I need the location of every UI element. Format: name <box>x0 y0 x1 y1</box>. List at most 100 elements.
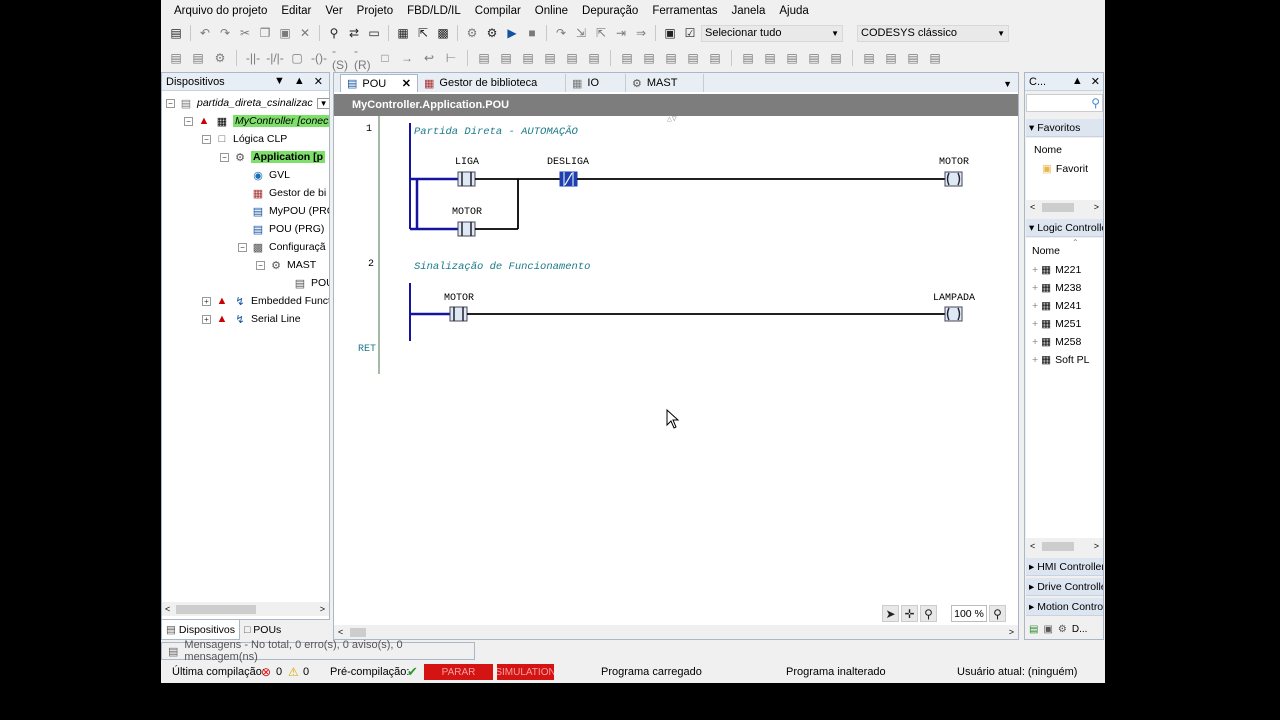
expand-icon[interactable]: + <box>1032 318 1038 330</box>
find-icon[interactable]: ⚲ <box>325 24 343 42</box>
negated-contact-icon[interactable]: -|/|- <box>266 49 284 67</box>
select-all-combo[interactable]: Selecionar tudo ▼ <box>701 24 843 42</box>
scroll-right-icon[interactable]: > <box>1094 541 1099 551</box>
splitter-icon[interactable]: △▽ <box>667 116 677 124</box>
drive-section-header[interactable]: ▸ Drive Controlle <box>1026 578 1103 596</box>
collapse-icon[interactable]: − <box>202 134 211 144</box>
scroll-left-icon[interactable]: < <box>165 604 170 614</box>
menu-debug[interactable]: Depuração <box>575 5 645 17</box>
window-icon[interactable]: ▭ <box>365 24 383 42</box>
network-icon[interactable]: ▤ <box>167 49 185 67</box>
list-item[interactable]: + ▦ M221 <box>1032 261 1081 279</box>
menu-edit[interactable]: Editar <box>274 5 318 17</box>
tab-library-manager[interactable]: ▦ Gestor de biblioteca <box>418 74 566 92</box>
ladder-diagram[interactable]: △▽ 1 Partida Direta - AUTOMAÇÃO LIGA MOT… <box>334 116 1018 621</box>
cut-icon[interactable]: ✂ <box>236 24 254 42</box>
scrollbar-thumb[interactable] <box>176 605 256 614</box>
toolbar-end-icon[interactable]: ▤ <box>926 49 944 67</box>
menu-online[interactable]: Online <box>528 5 575 17</box>
insert-box-icon[interactable]: ▤ <box>475 49 493 67</box>
insert-output-icon[interactable]: ▤ <box>519 49 537 67</box>
tree-item-application[interactable]: − ⚙ Application [p <box>220 148 325 166</box>
expand-icon[interactable]: + <box>1032 264 1038 276</box>
step-over-icon[interactable]: ↷ <box>552 24 570 42</box>
insert-input-icon[interactable]: ▤ <box>497 49 515 67</box>
delete-icon[interactable]: ✕ <box>296 24 314 42</box>
tree-item-mast[interactable]: − ⚙ MAST <box>256 256 316 274</box>
set-coil-icon[interactable]: -(S) <box>332 44 350 72</box>
favorites-scrollbar[interactable]: < > <box>1026 200 1103 214</box>
list-item[interactable]: + ▦ M238 <box>1032 279 1081 297</box>
align-bottom-icon[interactable]: ▤ <box>805 49 823 67</box>
logic-scrollbar[interactable]: < > <box>1026 539 1103 553</box>
expand-icon[interactable]: + <box>1032 354 1038 366</box>
align-left-icon[interactable]: ▤ <box>739 49 757 67</box>
tree-item-project[interactable]: − ▤ partida_direta_csinalizac ▼ <box>166 94 329 112</box>
collapse-icon[interactable]: − <box>256 260 265 270</box>
contact-liga[interactable] <box>457 171 476 187</box>
paste-icon[interactable]: ▣ <box>276 24 294 42</box>
tree-item-mast-pou[interactable]: ▤ POU <box>293 274 329 292</box>
library-search-input[interactable]: ⚲ <box>1026 94 1103 112</box>
pointer-icon[interactable]: ➤ <box>882 605 899 622</box>
expand-icon[interactable]: + <box>1032 300 1038 312</box>
insert-assign-icon[interactable]: ▤ <box>541 49 559 67</box>
tab-devices[interactable]: ▤ Dispositivos <box>161 620 240 640</box>
align-top-icon[interactable]: ▤ <box>783 49 801 67</box>
collapse-icon[interactable]: − <box>220 152 229 162</box>
return-icon[interactable]: ↩ <box>420 49 438 67</box>
step-out-icon[interactable]: ⇱ <box>592 24 610 42</box>
negate-icon[interactable]: ▤ <box>618 49 636 67</box>
tab-pou[interactable]: ▤ POU ✕ <box>340 74 418 92</box>
menu-help[interactable]: Ajuda <box>772 5 815 17</box>
reset-coil-icon[interactable]: -(R) <box>354 44 372 72</box>
menu-project[interactable]: Projeto <box>350 5 400 17</box>
scroll-left-icon[interactable]: < <box>1030 202 1035 212</box>
group-icon[interactable]: ▤ <box>827 49 845 67</box>
zoom-level[interactable]: 100 % <box>951 605 987 622</box>
box-icon[interactable]: □ <box>376 49 394 67</box>
order-icon[interactable]: ▤ <box>882 49 900 67</box>
tab-io[interactable]: ▦ IO <box>566 74 626 92</box>
collapse-icon[interactable]: − <box>238 242 247 252</box>
collapse-icon[interactable]: − <box>184 116 193 126</box>
zoom-fit-icon[interactable]: ⚲ <box>989 605 1006 622</box>
devices-horizontal-scrollbar[interactable]: < > <box>162 602 329 616</box>
set-reset-icon[interactable]: ▤ <box>662 49 680 67</box>
edge-icon[interactable]: ▤ <box>640 49 658 67</box>
scrollbar-thumb[interactable] <box>1042 542 1074 551</box>
expand-icon[interactable]: + <box>1032 282 1038 294</box>
tab-pous[interactable]: □ POUs <box>240 620 285 640</box>
tree-item-task-config[interactable]: − ▩ Configuraçã <box>238 238 326 256</box>
motion-section-header[interactable]: ▸ Motion Contro <box>1026 598 1103 616</box>
stop-icon[interactable]: ■ <box>523 24 541 42</box>
pin-icon[interactable]: ▲ <box>294 75 305 88</box>
favorites-section-header[interactable]: ▾ Favoritos <box>1026 119 1103 137</box>
list-item[interactable]: + ▦ M251 <box>1032 315 1081 333</box>
generate-icon[interactable]: ▩ <box>434 24 452 42</box>
contact-icon[interactable]: -||- <box>244 49 262 67</box>
parallel-contact-icon[interactable]: ▢ <box>288 49 306 67</box>
execution-order-icon[interactable]: ▤ <box>904 49 922 67</box>
list-item[interactable]: ▣ Favorit <box>1042 160 1088 178</box>
pan-icon[interactable]: ✛ <box>901 605 918 622</box>
logic-section-header[interactable]: ▾ Logic Controlle <box>1026 219 1103 237</box>
close-icon[interactable]: ✕ <box>314 75 323 88</box>
tree-item-gvl[interactable]: ◉ GVL <box>251 166 290 184</box>
menu-build[interactable]: Compilar <box>468 5 528 17</box>
contact-desliga[interactable] <box>559 171 578 187</box>
menu-tools[interactable]: Ferramentas <box>645 5 724 17</box>
scrollbar-thumb[interactable] <box>1042 203 1074 212</box>
jump-icon[interactable]: → <box>398 49 416 67</box>
menu-file[interactable]: Arquivo do projeto <box>167 5 274 17</box>
en-eno-icon[interactable]: ▤ <box>684 49 702 67</box>
move-icon[interactable]: ▤ <box>860 49 878 67</box>
update-params-icon[interactable]: ▤ <box>706 49 724 67</box>
print-icon[interactable]: ▤ <box>167 24 185 42</box>
run-to-cursor-icon[interactable]: ⇥ <box>612 24 630 42</box>
expand-icon[interactable]: + <box>202 296 211 306</box>
start-icon[interactable]: ▶ <box>503 24 521 42</box>
tree-item-library-manager[interactable]: ▦ Gestor de bi <box>251 184 326 202</box>
list-item[interactable]: + ▦ M241 <box>1032 297 1081 315</box>
tab-list-chevron-icon[interactable]: ▼ <box>1003 79 1018 92</box>
